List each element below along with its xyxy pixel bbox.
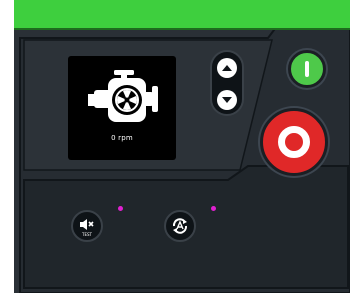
- start-button[interactable]: [288, 50, 326, 88]
- power-on-icon: [305, 61, 309, 77]
- stop-ring-icon: [278, 126, 310, 158]
- rpm-readout: 0 rpm: [111, 134, 133, 142]
- generator-control-panel: 0 rpm TEST: [14, 0, 350, 293]
- scroll-down-button[interactable]: [217, 90, 237, 110]
- auto-button[interactable]: [164, 210, 196, 242]
- arrow-down-icon: [222, 97, 232, 103]
- arrow-up-icon: [222, 65, 232, 71]
- stop-button[interactable]: [260, 108, 328, 176]
- auto-restart-icon: [172, 218, 188, 234]
- scroll-buttons: [210, 50, 244, 116]
- mute-test-label: TEST: [81, 232, 93, 237]
- scroll-up-button[interactable]: [217, 58, 237, 78]
- engine-icon: [88, 70, 158, 122]
- horn-mute-button[interactable]: TEST: [71, 210, 103, 242]
- top-status-bar: [14, 0, 350, 30]
- engine-display: 0 rpm: [68, 56, 176, 160]
- mute-indicator-dot: [118, 206, 123, 211]
- auto-indicator-dot: [211, 206, 216, 211]
- horn-mute-icon: TEST: [80, 219, 94, 237]
